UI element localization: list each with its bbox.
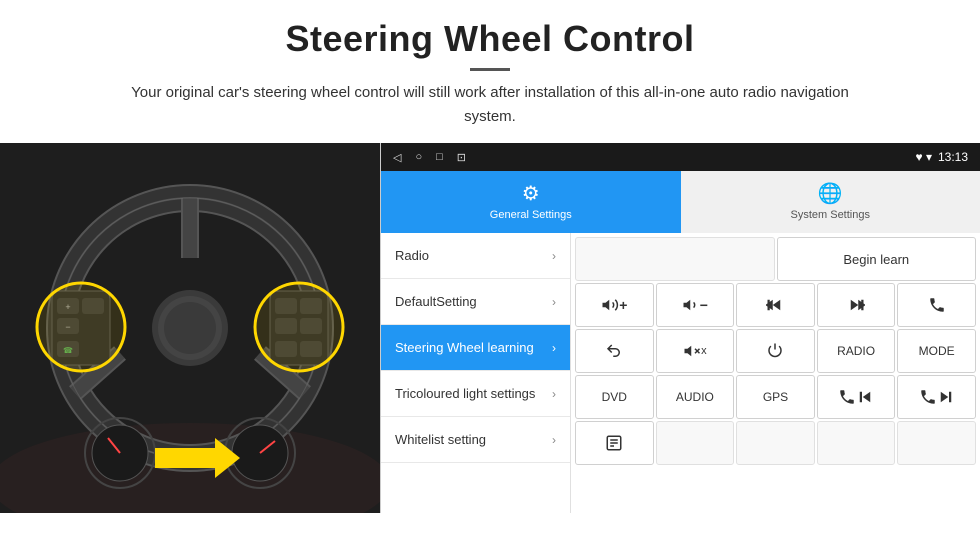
status-bar: ◁ ○ □ ⊡ ♥ ▾ 13:13 — [381, 143, 980, 171]
dvd-label: DVD — [602, 390, 627, 404]
chevron-icon: › — [552, 387, 556, 401]
car-image-section: + − ☎ — [0, 143, 380, 513]
tab-system[interactable]: 🌐 System Settings — [681, 171, 980, 233]
tab-system-label: System Settings — [791, 209, 870, 221]
vol-plus-symbol: + — [619, 297, 627, 313]
back-nav-icon[interactable]: ◁ — [393, 151, 401, 164]
menu-item-steering[interactable]: Steering Wheel learning › — [381, 325, 570, 371]
screenshot-nav-icon[interactable]: ⊡ — [457, 151, 466, 164]
gps-button[interactable]: GPS — [736, 375, 815, 419]
back-button[interactable] — [575, 329, 654, 373]
title-divider — [470, 68, 510, 71]
control-grid: Begin learn + — [571, 233, 980, 513]
begin-learn-button[interactable]: Begin learn — [777, 237, 977, 281]
empty-slot-1 — [575, 237, 775, 281]
signal-icon: ♥ ▾ — [915, 150, 931, 164]
menu-and-controls: Radio › DefaultSetting › Steering Wheel … — [381, 233, 980, 513]
menu-item-default[interactable]: DefaultSetting › — [381, 279, 570, 325]
empty-3 — [736, 421, 815, 465]
tab-general[interactable]: ⚙ General Settings — [381, 171, 681, 233]
home-nav-icon[interactable]: ○ — [415, 151, 422, 163]
chevron-icon: › — [552, 249, 556, 263]
page-header: Steering Wheel Control Your original car… — [0, 0, 980, 143]
mute-x-symbol: x — [701, 345, 707, 357]
chevron-icon: › — [552, 295, 556, 309]
prev-track-button[interactable] — [736, 283, 815, 327]
next-track-button[interactable] — [817, 283, 896, 327]
vol-up-button[interactable]: + — [575, 283, 654, 327]
mode-label: MODE — [919, 344, 955, 358]
general-settings-icon: ⚙ — [522, 181, 540, 206]
audio-label: AUDIO — [676, 390, 714, 404]
empty-5 — [897, 421, 976, 465]
page-description: Your original car's steering wheel contr… — [130, 81, 850, 129]
dvd-button[interactable]: DVD — [575, 375, 654, 419]
vol-minus-symbol: − — [700, 297, 708, 313]
chevron-icon: › — [552, 433, 556, 447]
tab-bar: ⚙ General Settings 🌐 System Settings — [381, 171, 980, 233]
android-ui: ◁ ○ □ ⊡ ♥ ▾ 13:13 ⚙ General Settings 🌐 S… — [380, 143, 980, 513]
time-display: 13:13 — [938, 150, 968, 164]
grid-row-5 — [575, 421, 976, 465]
menu-item-tricoloured[interactable]: Tricoloured light settings › — [381, 371, 570, 417]
gps-label: GPS — [763, 390, 788, 404]
skip-next-button[interactable] — [897, 375, 976, 419]
tab-general-label: General Settings — [490, 209, 572, 221]
mode-button[interactable]: MODE — [897, 329, 976, 373]
phone-prev-button[interactable] — [817, 375, 896, 419]
main-content: + − ☎ — [0, 143, 980, 513]
radio-button[interactable]: RADIO — [817, 329, 896, 373]
menu-item-whitelist[interactable]: Whitelist setting › — [381, 417, 570, 463]
mute-button[interactable]: x — [656, 329, 735, 373]
status-right: ♥ ▾ 13:13 — [915, 150, 968, 164]
grid-row-3: x RADIO MODE — [575, 329, 976, 373]
grid-row-2: + − — [575, 283, 976, 327]
phone-button[interactable] — [897, 283, 976, 327]
radio-label: RADIO — [837, 344, 875, 358]
recent-nav-icon[interactable]: □ — [436, 151, 443, 163]
power-button[interactable] — [736, 329, 815, 373]
grid-row-1: Begin learn — [575, 237, 976, 281]
system-settings-icon: 🌐 — [818, 181, 843, 206]
nav-icons: ◁ ○ □ ⊡ — [393, 151, 466, 164]
empty-4 — [817, 421, 896, 465]
menu-item-radio[interactable]: Radio › — [381, 233, 570, 279]
vol-down-button[interactable]: − — [656, 283, 735, 327]
empty-2 — [656, 421, 735, 465]
list-button[interactable] — [575, 421, 654, 465]
chevron-icon: › — [552, 341, 556, 355]
audio-button[interactable]: AUDIO — [656, 375, 735, 419]
menu-left: Radio › DefaultSetting › Steering Wheel … — [381, 233, 571, 513]
grid-row-4: DVD AUDIO GPS — [575, 375, 976, 419]
page-title: Steering Wheel Control — [60, 18, 920, 60]
